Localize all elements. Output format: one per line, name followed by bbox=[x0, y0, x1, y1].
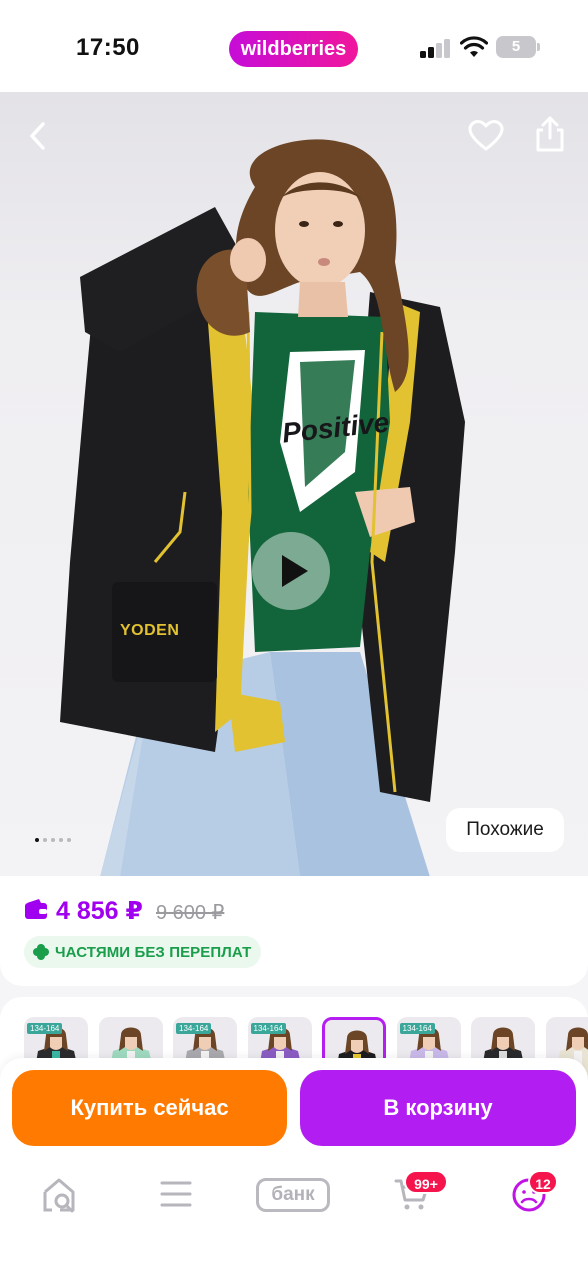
play-icon bbox=[282, 555, 308, 587]
product-photo-gallery[interactable]: YODEN Positive Похожие bbox=[0, 92, 588, 877]
status-time: 17:50 bbox=[76, 34, 140, 61]
home-search-icon[interactable] bbox=[42, 1176, 78, 1214]
installments-label: ЧАСТЯМИ БЕЗ ПЕРЕПЛАТ bbox=[55, 943, 252, 961]
page-dot bbox=[43, 838, 47, 842]
price-card: 4 856 ₽ 9 600 ₽ ЧАСТЯМИ БЕЗ ПЕРЕПЛАТ bbox=[0, 876, 588, 986]
status-bar: 17:50 wildberries 5 bbox=[0, 0, 588, 92]
size-range-tag: 134-164 bbox=[27, 1023, 63, 1034]
pocket-logo: YODEN bbox=[120, 622, 180, 639]
size-range-tag: 134-164 bbox=[399, 1023, 435, 1034]
share-icon[interactable] bbox=[534, 114, 566, 154]
old-price: 9 600 ₽ bbox=[156, 902, 225, 924]
page-dot bbox=[59, 838, 63, 842]
buy-now-button[interactable]: Купить сейчас bbox=[12, 1070, 287, 1146]
wallet-icon bbox=[25, 899, 47, 919]
brand-logo: wildberries bbox=[229, 31, 358, 67]
current-price: 4 856 ₽ bbox=[56, 897, 143, 925]
purchase-actions: Купить сейчас В корзину bbox=[0, 1058, 588, 1158]
product-photo bbox=[60, 139, 465, 877]
play-video-button[interactable] bbox=[252, 532, 330, 610]
cellular-signal-icon bbox=[420, 38, 452, 58]
add-to-cart-button[interactable]: В корзину bbox=[300, 1070, 576, 1146]
back-icon[interactable] bbox=[26, 120, 48, 152]
page-dot-active bbox=[35, 838, 39, 842]
menu-icon[interactable] bbox=[160, 1180, 192, 1208]
battery-nub bbox=[537, 43, 540, 51]
size-range-tag: 134-164 bbox=[250, 1023, 286, 1034]
similar-products-button[interactable]: Похожие bbox=[446, 808, 564, 852]
size-range-tag: 134-164 bbox=[176, 1023, 212, 1034]
cart-badge: 99+ bbox=[404, 1170, 448, 1194]
installments-badge[interactable]: ЧАСТЯМИ БЕЗ ПЕРЕПЛАТ bbox=[24, 936, 262, 968]
clover-icon bbox=[33, 944, 49, 960]
battery-indicator: 5 bbox=[496, 36, 536, 58]
bottom-tab-bar: банк 99+ 12 bbox=[0, 1158, 588, 1280]
profile-badge: 12 bbox=[528, 1170, 558, 1194]
heart-icon[interactable] bbox=[468, 120, 504, 152]
wifi-icon bbox=[460, 36, 488, 57]
page-dot bbox=[51, 838, 55, 842]
page-dot bbox=[67, 838, 71, 842]
bank-tab[interactable]: банк bbox=[256, 1178, 330, 1212]
